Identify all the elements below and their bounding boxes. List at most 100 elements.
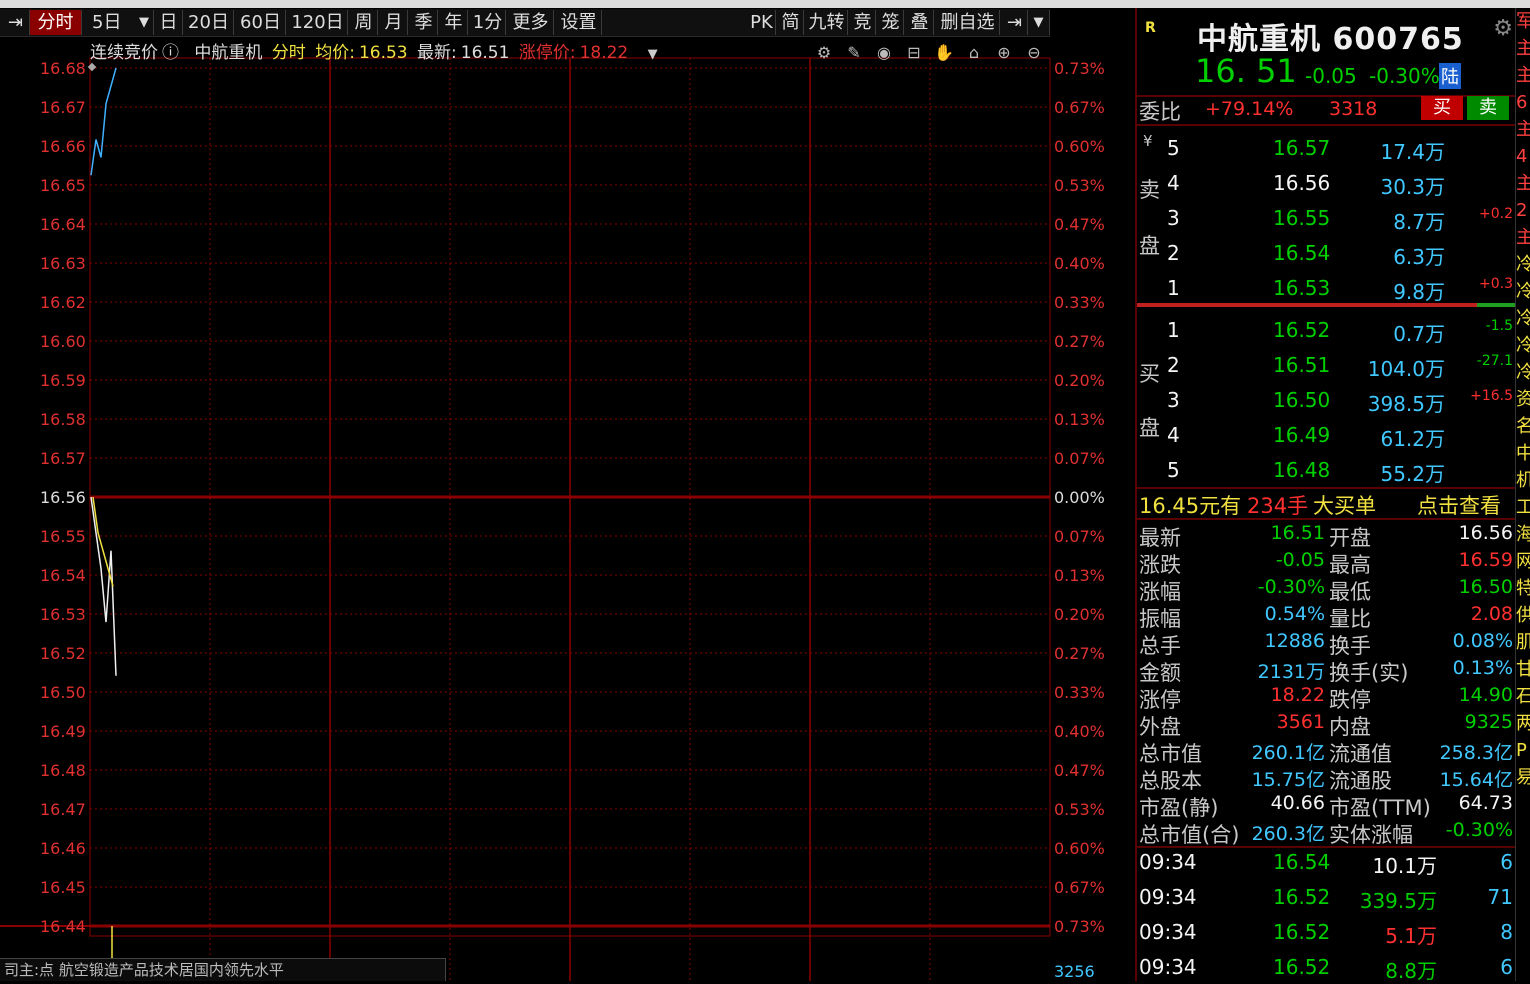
price-tick-label: 16.57: [40, 449, 86, 468]
stat-value: 9325: [1464, 711, 1513, 733]
zoom-in-icon[interactable]: ⊕: [992, 42, 1016, 64]
stat-value: 18.22: [1270, 684, 1325, 706]
tab-20day[interactable]: 20日: [184, 10, 234, 35]
big-order-hands: 234手: [1247, 494, 1309, 518]
auction-button[interactable]: 竞: [850, 10, 876, 35]
jiuzhuan-button[interactable]: 九转: [806, 10, 848, 35]
ask-delta: +0.2: [1479, 206, 1513, 222]
sell-side-label: 卖: [1139, 178, 1160, 202]
intraday-chart[interactable]: [0, 37, 1135, 981]
tab-fenshi[interactable]: 分时: [30, 10, 82, 35]
sell-button[interactable]: 卖: [1467, 96, 1509, 120]
buy-button[interactable]: 买: [1421, 96, 1463, 120]
bid-delta: -1.5: [1485, 318, 1513, 334]
pk-button[interactable]: PK: [748, 10, 776, 35]
tick-volume: 10.1万: [1372, 854, 1437, 878]
stat-label: 外盘: [1139, 715, 1181, 739]
period-toolbar: ⇥ 分时 5日 ▼ 日 20日 60日 120日 周 月 季 年 1分 更多 设…: [0, 9, 1050, 37]
limit-label: 涨停价:: [518, 43, 576, 63]
info-icon[interactable]: ⓘ: [162, 43, 179, 63]
current-price: 16. 51: [1195, 52, 1297, 90]
edge-char: 甘: [1516, 656, 1530, 683]
tab-more[interactable]: 更多: [508, 10, 554, 35]
stat-label: 最低: [1329, 580, 1371, 604]
big-order-link[interactable]: 点击查看: [1417, 490, 1501, 520]
tab-60day[interactable]: 60日: [236, 10, 286, 35]
stat-label: 量比: [1329, 607, 1371, 631]
stat-value: 15.64亿: [1439, 769, 1513, 791]
stat-value: 0.13%: [1452, 657, 1513, 679]
pen-icon[interactable]: ✎: [842, 42, 866, 64]
price-line-series-1: [90, 67, 117, 176]
gear-icon[interactable]: ⚙: [812, 42, 836, 64]
edge-char: 冷: [1516, 332, 1530, 359]
tab-1min[interactable]: 1分: [470, 10, 506, 35]
big-order-price: 16.45元有: [1139, 494, 1242, 518]
tab-settings[interactable]: 设置: [556, 10, 602, 35]
stat-value: 0.08%: [1452, 630, 1513, 652]
lock-icon[interactable]: ⌂: [962, 42, 986, 64]
stat-label: 市盈(TTM): [1329, 796, 1431, 820]
overlay-button[interactable]: 叠: [906, 10, 934, 35]
cage-button[interactable]: 笼: [878, 10, 904, 35]
edge-char: 主: [1516, 170, 1530, 197]
stat-label: 涨停: [1139, 688, 1181, 712]
price-tick-label: 16.47: [40, 800, 86, 819]
tick-time: 09:34: [1139, 885, 1197, 909]
percent-tick-label: 0.13%: [1054, 410, 1105, 429]
avg-label: 均价:: [315, 43, 355, 63]
tab-5day[interactable]: 5日 ▼: [84, 10, 154, 35]
tab-day[interactable]: 日: [155, 10, 183, 35]
collapse-right-icon[interactable]: ⇥: [1002, 10, 1028, 35]
divider: [1137, 518, 1515, 520]
price-tick-label: 16.65: [40, 176, 86, 195]
stat-value: 260.3亿: [1251, 823, 1325, 845]
price-tick-label: 16.60: [40, 332, 86, 351]
weibi-value: +79.14%: [1205, 98, 1294, 120]
tab-quarter[interactable]: 季: [410, 10, 438, 35]
tab-5day-label: 5日: [92, 12, 122, 33]
stat-value: 64.73: [1458, 792, 1513, 814]
tab-month[interactable]: 月: [380, 10, 408, 35]
percent-tick-label: 0.27%: [1054, 644, 1105, 663]
tab-120day[interactable]: 120日: [288, 10, 348, 35]
chevron-down-icon[interactable]: ▼: [648, 47, 658, 62]
stat-label: 内盘: [1329, 715, 1371, 739]
price-change-pct: -0.30%: [1369, 64, 1440, 88]
stat-label: 流通值: [1329, 742, 1392, 766]
gear-icon[interactable]: ⚙: [1493, 16, 1513, 41]
remove-watchlist-button[interactable]: 删自选: [936, 10, 1000, 35]
stat-label: 总股本: [1139, 769, 1202, 793]
edge-char: 冷: [1516, 251, 1530, 278]
stat-label: 振幅: [1139, 607, 1181, 631]
hand-icon[interactable]: ✋: [932, 42, 956, 64]
edge-char: 军: [1516, 8, 1530, 35]
eye-icon[interactable]: ◉: [872, 42, 896, 64]
stat-label: 实体涨幅: [1329, 823, 1413, 847]
stock-name: 中航重机: [194, 43, 263, 63]
collapse-left-icon[interactable]: ⇥: [2, 10, 30, 35]
percent-tick-label: 0.60%: [1054, 839, 1105, 858]
tab-week[interactable]: 周: [350, 10, 378, 35]
ask-price: 16.57: [1273, 136, 1331, 160]
ask-volume: 6.3万: [1393, 245, 1445, 269]
stat-value: 16.51: [1270, 522, 1325, 544]
stat-value: -0.05: [1275, 549, 1325, 571]
stat-value: -0.30%: [1257, 576, 1325, 598]
tick-count: 6: [1500, 955, 1513, 979]
bid-delta: +16.5: [1470, 388, 1513, 404]
price-tick-label: 16.68: [40, 59, 86, 78]
stat-value: 260.1亿: [1251, 742, 1325, 764]
simple-button[interactable]: 简: [778, 10, 804, 35]
zoom-out-icon[interactable]: ⊖: [1022, 42, 1046, 64]
edge-char: 主: [1516, 224, 1530, 251]
box-icon[interactable]: ⊟: [902, 42, 926, 64]
price-tick-label: 16.48: [40, 761, 86, 780]
tab-year[interactable]: 年: [440, 10, 468, 35]
trading-mode: 连续竞价: [90, 43, 158, 63]
stat-value: 2131万: [1257, 661, 1325, 683]
stat-value: -0.30%: [1445, 819, 1513, 841]
avg-line: [92, 496, 114, 587]
chevron-down-icon[interactable]: ▼: [1028, 10, 1050, 35]
market-tag: 陆: [1439, 63, 1461, 89]
